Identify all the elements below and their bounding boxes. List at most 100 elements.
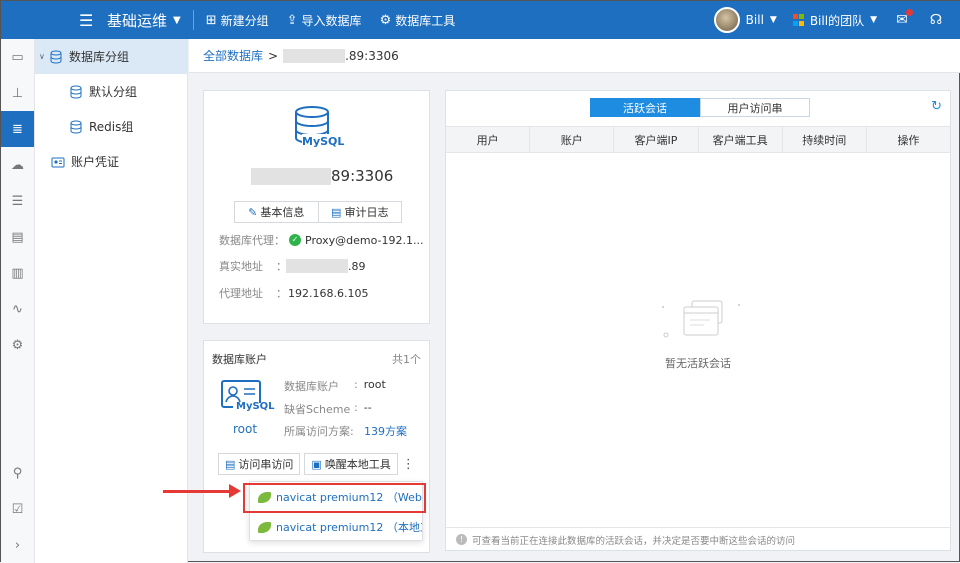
plan-label: 所属访问方案: bbox=[284, 425, 354, 438]
search-icon[interactable]: ⚲ bbox=[1, 455, 34, 491]
divider bbox=[192, 10, 194, 30]
database-address: 89:3306 bbox=[251, 167, 393, 185]
proxy-label: 数据库代理： bbox=[219, 234, 285, 247]
tree-item-label: 账户凭证 bbox=[71, 155, 120, 169]
plan-row: 所属访问方案: 139方案 bbox=[284, 423, 407, 439]
notification-dot bbox=[906, 9, 913, 16]
database-nav-icon[interactable]: ≣ bbox=[1, 111, 34, 147]
database-icon bbox=[70, 120, 82, 134]
tree-item-label: Redis组 bbox=[89, 120, 134, 134]
team-name: Bill的团队 bbox=[809, 13, 865, 28]
import-icon: ⇪ bbox=[286, 12, 298, 28]
accounts-title: 数据库账户 bbox=[212, 353, 267, 366]
cloud-drive-icon[interactable]: ☁ bbox=[1, 147, 34, 183]
tab-user-access-strings[interactable]: 用户访问串 bbox=[700, 98, 810, 117]
more-icon[interactable]: ⋮ bbox=[402, 457, 415, 472]
new-group-button[interactable]: ⊞ 新建分组 bbox=[206, 12, 269, 29]
import-database-label: 导入数据库 bbox=[301, 13, 362, 28]
breadcrumb-root-link[interactable]: 全部数据库 bbox=[203, 47, 263, 64]
document-icon: ▤ bbox=[225, 457, 236, 471]
address-suffix: 89:3306 bbox=[331, 167, 394, 185]
expand-icon[interactable]: › bbox=[1, 527, 34, 563]
database-info-card: MySQL 89:3306 ✎ 基本信息 ▤ 审计日志 数据库代理： ✓ Proxy… bbox=[203, 90, 430, 324]
credential-icon bbox=[51, 157, 65, 167]
database-icon bbox=[70, 85, 82, 99]
account-actions: ▤ 访问串访问 ▣ 唤醒本地工具 ⋮ bbox=[218, 453, 415, 475]
edit-icon: ✎ bbox=[248, 205, 258, 219]
database-icon bbox=[50, 50, 62, 64]
chevron-down-icon[interactable]: ▼ bbox=[173, 15, 181, 26]
hamburger-icon[interactable]: ☰ bbox=[79, 11, 107, 30]
real-address-colon: ： bbox=[276, 260, 287, 273]
wake-local-tool-label: 唤醒本地工具 bbox=[324, 458, 391, 471]
tree-item-credentials[interactable]: 账户凭证 bbox=[35, 144, 187, 179]
app-title[interactable]: 基础运维 bbox=[107, 10, 167, 31]
local-tool-icon: ▣ bbox=[311, 457, 322, 471]
database-tools-button[interactable]: ⚙ 数据库工具 bbox=[380, 12, 456, 29]
pointer-arrow bbox=[163, 490, 231, 493]
user-name: Bill bbox=[745, 13, 764, 27]
import-database-button[interactable]: ⇪ 导入数据库 bbox=[287, 12, 362, 29]
basic-info-label: 基本信息 bbox=[260, 206, 305, 219]
column-account: 账户 bbox=[529, 127, 613, 152]
new-group-icon: ⊞ bbox=[205, 12, 217, 28]
tree-item-label: 数据库分组 bbox=[69, 50, 130, 64]
mail-icon[interactable]: ✉ bbox=[893, 9, 913, 28]
refresh-icon[interactable]: ↻ bbox=[931, 99, 942, 114]
user-menu[interactable]: Bill ▼ bbox=[713, 7, 777, 33]
tool-icon: ⚙ bbox=[379, 12, 392, 28]
account-value: root bbox=[363, 378, 386, 391]
chevron-down-icon: ▼ bbox=[769, 15, 777, 25]
tree-item-redis-group[interactable]: Redis组 bbox=[35, 109, 187, 144]
chevron-down-icon: ▼ bbox=[870, 15, 877, 25]
proxy-address-label: 代理地址 bbox=[219, 287, 263, 300]
real-address-label: 真实地址 bbox=[219, 260, 263, 273]
masked-address bbox=[251, 167, 331, 185]
info-button-group: ✎ 基本信息 ▤ 审计日志 bbox=[234, 201, 402, 223]
new-group-label: 新建分组 bbox=[220, 13, 269, 28]
headset-icon[interactable]: ☊ bbox=[927, 12, 945, 28]
sessions-footer-text: 可查看当前正在连接此数据库的活跃会话，并决定是否要中断这些会话的访问 bbox=[472, 535, 796, 547]
network-icon[interactable]: ⊥ bbox=[1, 75, 34, 111]
column-duration: 持续时间 bbox=[781, 127, 866, 152]
accounts-count: 共1个 bbox=[392, 353, 421, 366]
clipboard-icon[interactable]: ▤ bbox=[1, 219, 34, 255]
tree-item-default-group[interactable]: 默认分组 bbox=[35, 74, 187, 109]
dropdown-item-navicat-local[interactable]: navicat premium12 （本地工 bbox=[250, 512, 422, 542]
proxy-value: Proxy@demo-192.1... bbox=[305, 233, 424, 247]
team-menu[interactable]: Bill的团队 ▼ bbox=[792, 12, 877, 29]
team-icon bbox=[792, 14, 805, 26]
audit-log-button[interactable]: ▤ 审计日志 bbox=[317, 202, 402, 222]
plan-link[interactable]: 139方案 bbox=[364, 423, 407, 439]
dropdown-item-label: navicat premium12 （本地工 bbox=[276, 521, 422, 534]
account-label: 数据库账户 bbox=[284, 380, 339, 393]
tree-item-database-groups[interactable]: ∨ 数据库分组 bbox=[35, 39, 187, 74]
sessions-table-header: 用户 账户 客户端IP 客户端工具 持续时间 操作 bbox=[446, 126, 950, 153]
breadcrumb-current: .89:3306 bbox=[345, 48, 399, 63]
database-tools-label: 数据库工具 bbox=[395, 13, 456, 28]
masked-address bbox=[286, 259, 348, 273]
scheme-row: 缺省Scheme : -- bbox=[284, 401, 372, 416]
monitor-icon[interactable]: ▭ bbox=[1, 39, 34, 75]
wake-local-tool-button[interactable]: ▣ 唤醒本地工具 bbox=[304, 453, 398, 475]
info-icon: ! bbox=[456, 534, 467, 545]
access-string-button[interactable]: ▤ 访问串访问 bbox=[218, 453, 301, 475]
empty-sessions-text: 暂无活跃会话 bbox=[665, 357, 731, 370]
mysql-logo-text: MySQL bbox=[236, 401, 275, 412]
highlight-box bbox=[243, 483, 426, 513]
basic-info-button[interactable]: ✎ 基本信息 bbox=[235, 202, 318, 222]
real-address-suffix: .89 bbox=[348, 259, 366, 273]
settings-icon[interactable]: ⚙ bbox=[1, 327, 34, 363]
tab-active-sessions[interactable]: 活跃会话 bbox=[590, 98, 700, 117]
mysql-logo-text: MySQL bbox=[302, 135, 345, 148]
list-icon[interactable]: ☰ bbox=[1, 183, 34, 219]
avatar bbox=[713, 7, 740, 33]
chevron-down-icon[interactable]: ∨ bbox=[39, 52, 49, 61]
audit-log-label: 审计日志 bbox=[344, 206, 389, 219]
pulse-icon[interactable]: ∿ bbox=[1, 291, 34, 327]
column-client-tool: 客户端工具 bbox=[697, 127, 782, 152]
clipboard-check-icon[interactable]: ▥ bbox=[1, 255, 34, 291]
task-icon[interactable]: ☑ bbox=[1, 491, 34, 527]
account-name-link[interactable]: root bbox=[233, 422, 257, 436]
breadcrumb-separator: > bbox=[268, 48, 279, 63]
